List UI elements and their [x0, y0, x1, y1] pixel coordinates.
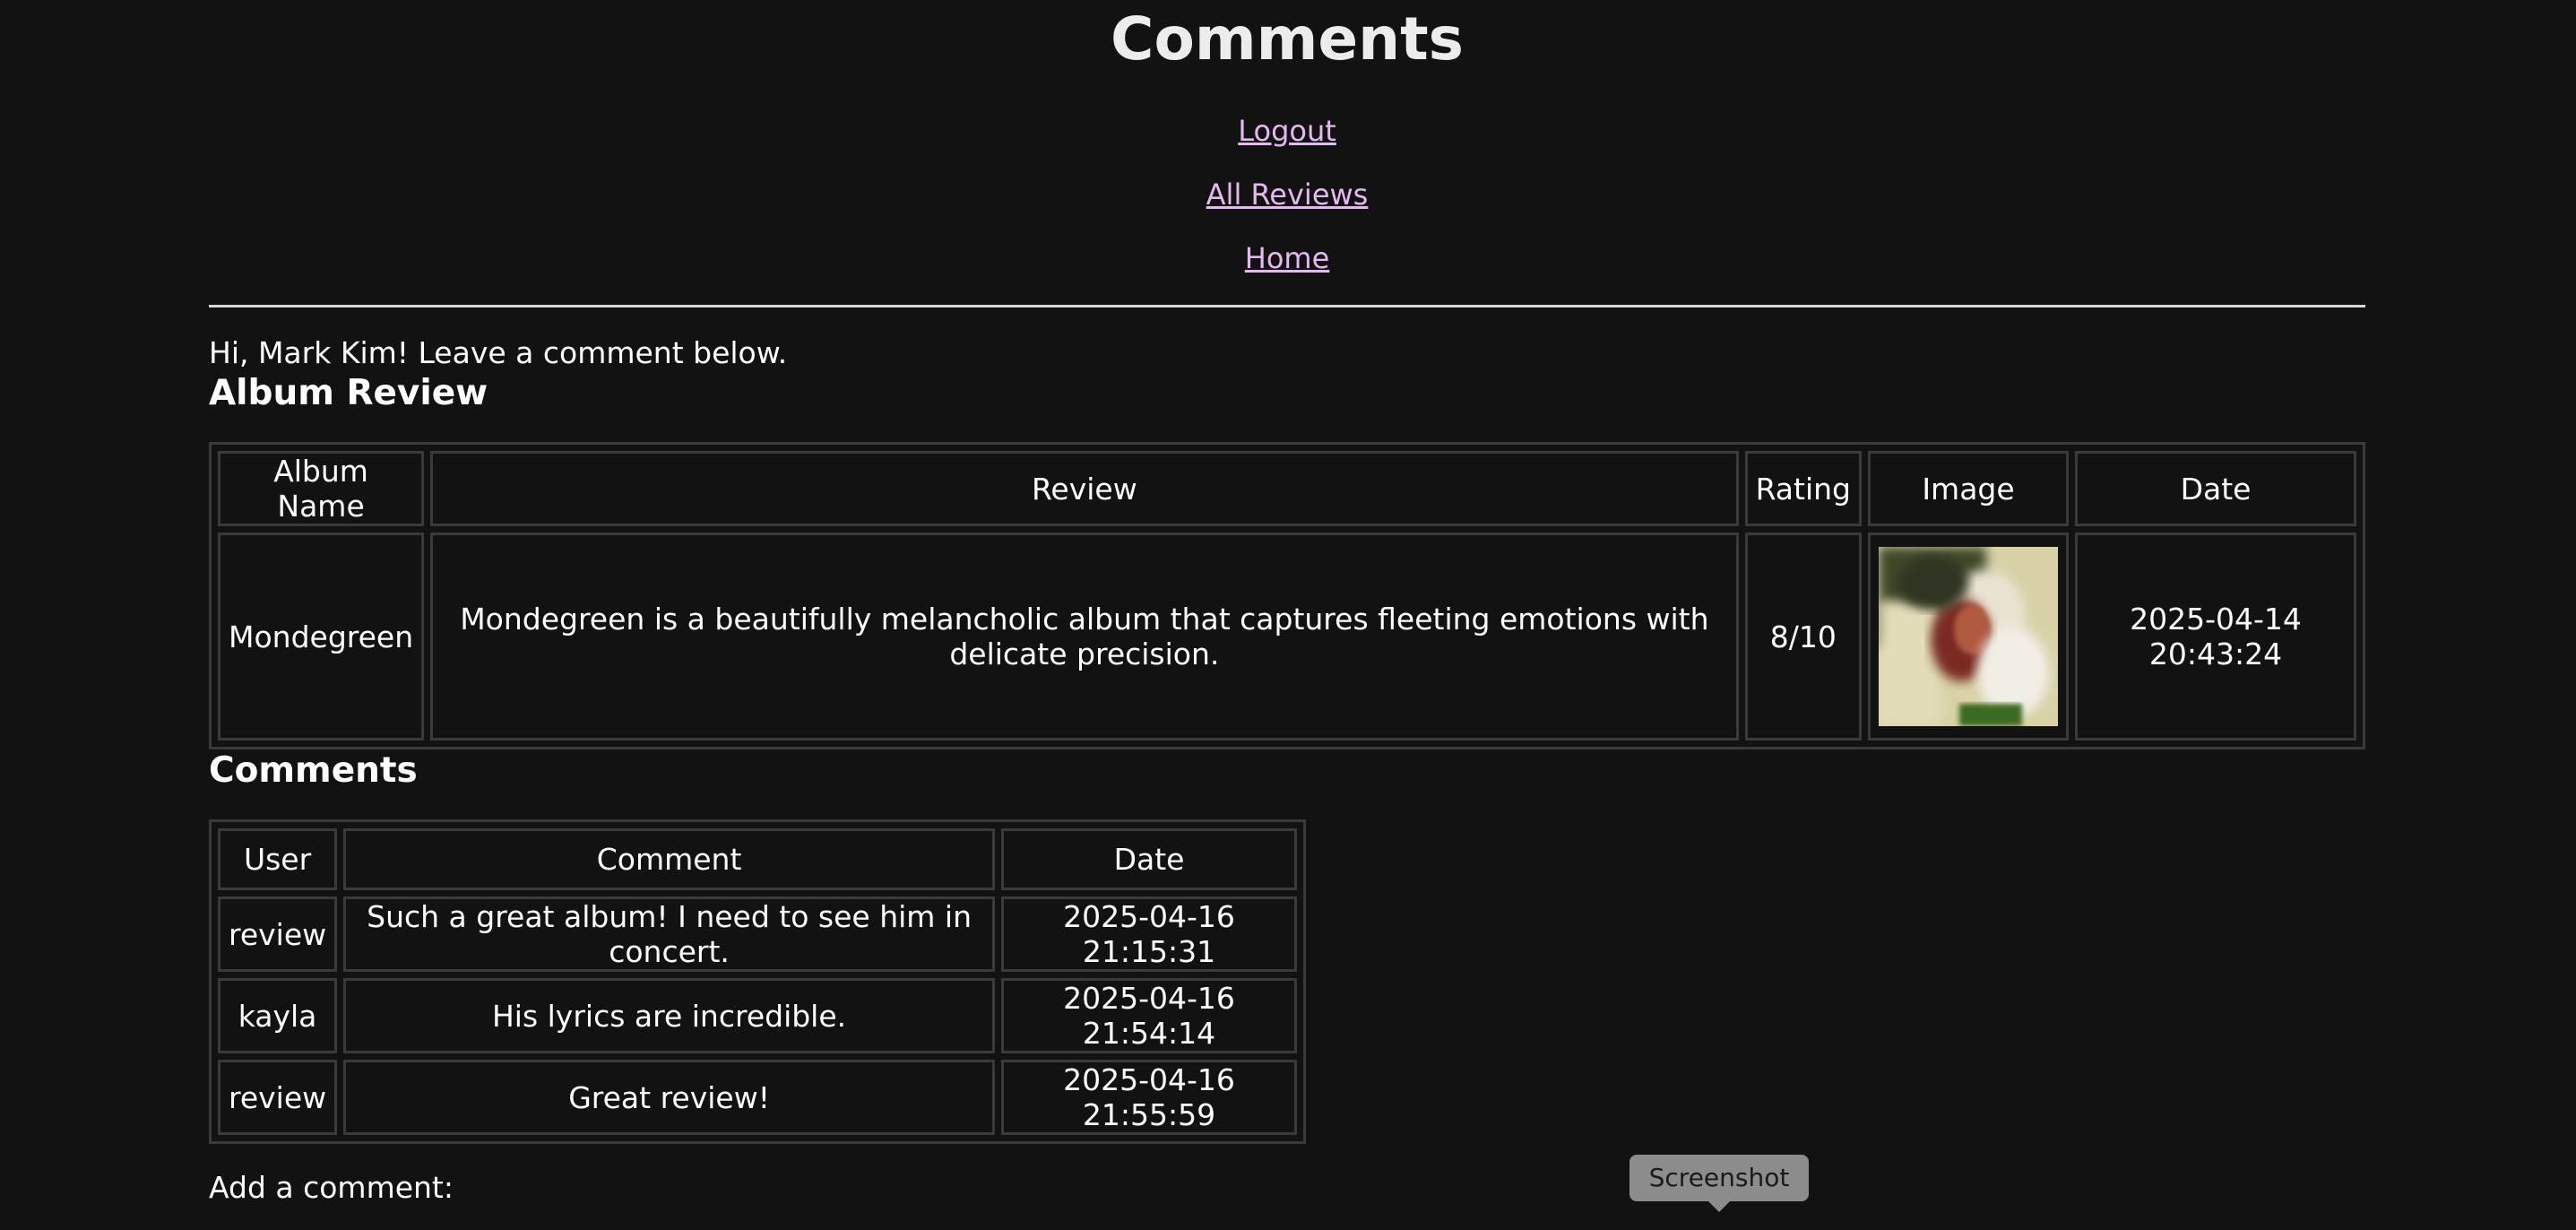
comment-row: review Such a great album! I need to see… — [218, 897, 1297, 972]
home-link[interactable]: Home — [209, 240, 2365, 276]
comment-text-cell: Such a great album! I need to see him in… — [343, 897, 995, 972]
comment-user-cell: review — [218, 1060, 338, 1135]
rating-cell: 8/10 — [1744, 533, 1862, 741]
column-header-album-name: Album Name — [218, 451, 425, 526]
column-header-user: User — [218, 828, 338, 890]
comment-user-cell: review — [218, 897, 338, 972]
page: Comments Logout All Reviews Home Hi, Mar… — [0, 0, 2576, 1230]
album-table-header-row: Album Name Review Rating Image Date — [218, 451, 2356, 526]
image-cell — [1868, 533, 2069, 741]
comment-text-cell: Great review! — [343, 1060, 995, 1135]
comment-text-cell: His lyrics are incredible. — [343, 978, 995, 1053]
review-date-cell: 2025-04-14 20:43:24 — [2075, 533, 2356, 741]
column-header-review: Review — [430, 451, 1739, 526]
divider — [209, 305, 2365, 308]
album-review-table: Album Name Review Rating Image Date Mond… — [209, 442, 2365, 749]
album-cover-image — [1879, 547, 2058, 726]
comment-row: review Great review! 2025-04-16 21:55:59 — [218, 1060, 1297, 1135]
comment-user-cell: kayla — [218, 978, 338, 1053]
comment-date-cell: 2025-04-16 21:55:59 — [1001, 1060, 1297, 1135]
comment-date-cell: 2025-04-16 21:54:14 — [1001, 978, 1297, 1053]
comment-date-cell: 2025-04-16 21:15:31 — [1001, 897, 1297, 972]
column-header-image: Image — [1868, 451, 2069, 526]
greeting-text: Hi, Mark Kim! Leave a comment below. — [209, 335, 788, 370]
screenshot-tooltip: Screenshot — [1629, 1155, 1809, 1212]
album-review-heading: Album Review — [209, 373, 488, 413]
review-text-cell: Mondegreen is a beautifully melancholic … — [430, 533, 1739, 741]
album-name-cell: Mondegreen — [218, 533, 425, 741]
column-header-comment-date: Date — [1001, 828, 1297, 890]
logout-link[interactable]: Logout — [209, 113, 2365, 149]
comment-row: kayla His lyrics are incredible. 2025-04… — [218, 978, 1297, 1053]
album-table-row: Mondegreen Mondegreen is a beautifully m… — [218, 533, 2356, 741]
page-title: Comments — [1111, 4, 1464, 74]
main-content: Comments Logout All Reviews Home Hi, Mar… — [209, 0, 2365, 1207]
comments-table: User Comment Date review Such a great al… — [209, 819, 1306, 1144]
comments-heading: Comments — [209, 750, 418, 791]
column-header-rating: Rating — [1744, 451, 1862, 526]
add-comment-label: Add a comment: — [209, 1170, 454, 1205]
column-header-comment: Comment — [343, 828, 995, 890]
all-reviews-link[interactable]: All Reviews — [209, 177, 2365, 212]
comments-header-row: User Comment Date — [218, 828, 1297, 890]
column-header-date: Date — [2075, 451, 2356, 526]
